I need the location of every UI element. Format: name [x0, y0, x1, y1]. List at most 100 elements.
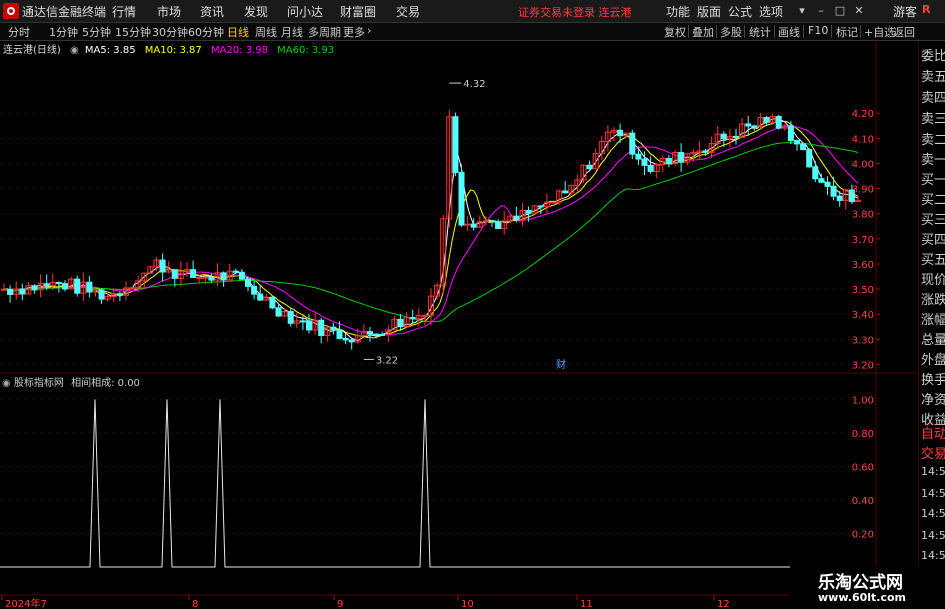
- candle-body: [525, 209, 532, 214]
- tab-more[interactable]: 更多: [343, 24, 365, 40]
- tab-weekly[interactable]: 周线: [255, 24, 277, 40]
- candle-body: [171, 269, 178, 279]
- multi-stock-button[interactable]: 多股: [720, 24, 742, 40]
- eye-icon[interactable]: ◉: [2, 378, 11, 389]
- chevron-right-icon[interactable]: ›: [367, 24, 371, 37]
- app-logo-icon: [3, 3, 19, 19]
- y-tick-label: 4.20: [852, 109, 874, 120]
- maximize-icon[interactable]: □: [831, 2, 849, 19]
- candle-body: [800, 143, 807, 151]
- sidebar-label: 14:56: [921, 465, 945, 478]
- candle-body: [489, 220, 495, 223]
- sidebar-label: 买三: [921, 213, 945, 228]
- candle-body: [836, 195, 843, 201]
- ma10-value: MA10: 3.87: [144, 45, 202, 56]
- divider: [889, 25, 890, 38]
- divider: [716, 25, 717, 38]
- menu-banmian[interactable]: 版面: [697, 3, 721, 20]
- menu-shichang[interactable]: 市场: [157, 3, 181, 20]
- candle-body: [409, 317, 416, 320]
- menu-wenxiaoda[interactable]: 问小达: [287, 3, 323, 20]
- sidebar-label: 总量: [921, 333, 945, 348]
- candle-body: [202, 276, 209, 279]
- candle-body: [31, 285, 38, 291]
- tab-30min[interactable]: 30分钟: [152, 24, 188, 40]
- indicator-name[interactable]: 股标指标网: [14, 378, 64, 389]
- back-button[interactable]: 返回: [893, 24, 915, 40]
- sidebar-label: 14:56: [921, 487, 945, 500]
- sidebar-label: 涨跌: [921, 293, 945, 308]
- candle-body: [220, 272, 227, 281]
- x-tick-label: 8: [192, 599, 198, 609]
- indicator-y-tick-label: 0.80: [852, 429, 874, 440]
- sidebar-label: 买一: [921, 173, 945, 188]
- candle-body: [208, 276, 215, 281]
- sidebar-label: 买二: [921, 193, 945, 208]
- sidebar-label: 净资: [921, 393, 945, 408]
- candle-body: [702, 150, 709, 153]
- y-tick-label: 3.20: [852, 360, 874, 371]
- stock-name[interactable]: 连云港(日线): [3, 45, 61, 56]
- divider: [860, 25, 861, 38]
- eye-icon[interactable]: ◉: [70, 45, 79, 56]
- candle-body: [812, 166, 819, 180]
- login-status-warning[interactable]: 证券交易未登录 连云港: [518, 4, 632, 20]
- candle-body: [421, 314, 428, 317]
- y-tick-label: 3.30: [852, 335, 874, 346]
- mark-button[interactable]: 标记: [836, 24, 858, 40]
- login-guest[interactable]: 游客: [893, 3, 917, 20]
- menu-caifuquan[interactable]: 财富圈: [340, 3, 376, 20]
- candle-body: [647, 164, 654, 172]
- overlay-button[interactable]: 叠加: [692, 24, 714, 40]
- ma5-value: MA5: 3.85: [84, 45, 136, 56]
- candle-body: [763, 117, 770, 123]
- watermark-url: www.60lt.com: [818, 591, 907, 604]
- indicator-y-tick-label: 0.20: [852, 529, 874, 540]
- draw-line-button[interactable]: 画线: [778, 24, 800, 40]
- ma20-value: MA20: 3.98: [210, 45, 268, 56]
- tab-fenshi[interactable]: 分时: [8, 24, 30, 40]
- f10-button[interactable]: F10: [808, 24, 828, 37]
- menu-hangqing[interactable]: 行情: [112, 3, 136, 20]
- tab-15min[interactable]: 15分钟: [115, 24, 151, 40]
- add-watchlist-button[interactable]: +自选: [864, 24, 895, 40]
- menu-jiaoyi[interactable]: 交易: [396, 3, 420, 20]
- fuquan-button[interactable]: 复权: [664, 24, 686, 40]
- candle-body: [287, 311, 294, 324]
- sidebar-label: 卖一: [921, 153, 945, 168]
- menu-gongshi[interactable]: 公式: [728, 3, 752, 20]
- menu-faxian[interactable]: 发现: [244, 3, 268, 20]
- candlestick-series: [1, 109, 861, 350]
- candle-body: [482, 220, 489, 223]
- candle-body: [318, 319, 325, 336]
- menu-gongneng[interactable]: 功能: [666, 3, 690, 20]
- dropdown-icon[interactable]: ▾: [793, 2, 811, 19]
- kline-chart[interactable]: 4.20 4.10 4.00 3.90 3.80 3.70 3.60 3.50 3.40 3.30…: [0, 41, 918, 609]
- tab-60min[interactable]: 60分钟: [188, 24, 224, 40]
- candle-body: [470, 223, 477, 228]
- candle-body: [678, 152, 685, 163]
- minimize-icon[interactable]: –: [812, 2, 830, 19]
- r-indicator[interactable]: R: [922, 3, 930, 16]
- candle-body: [1, 288, 7, 291]
- tab-daily[interactable]: 日线: [227, 24, 249, 40]
- tab-5min[interactable]: 5分钟: [82, 24, 111, 40]
- statistics-button[interactable]: 统计: [749, 24, 771, 40]
- tab-monthly[interactable]: 月线: [281, 24, 303, 40]
- candle-body: [495, 221, 502, 229]
- candle-body: [397, 318, 404, 328]
- candle-body: [794, 140, 800, 145]
- divider: [774, 25, 775, 38]
- tab-multi-period[interactable]: 多周期: [308, 24, 341, 40]
- menu-zixun[interactable]: 资讯: [200, 3, 224, 20]
- tab-1min[interactable]: 1分钟: [49, 24, 78, 40]
- close-icon[interactable]: ✕: [850, 2, 868, 19]
- candle-body: [43, 283, 50, 287]
- y-tick-label: 3.70: [852, 235, 874, 246]
- menu-xuanxiang[interactable]: 选项: [759, 3, 783, 20]
- x-tick-label: 2024年7: [5, 597, 47, 609]
- low-price-label: 3.22: [376, 355, 398, 366]
- candle-body: [196, 276, 203, 279]
- candle-body: [733, 135, 739, 139]
- candle-body: [562, 190, 569, 194]
